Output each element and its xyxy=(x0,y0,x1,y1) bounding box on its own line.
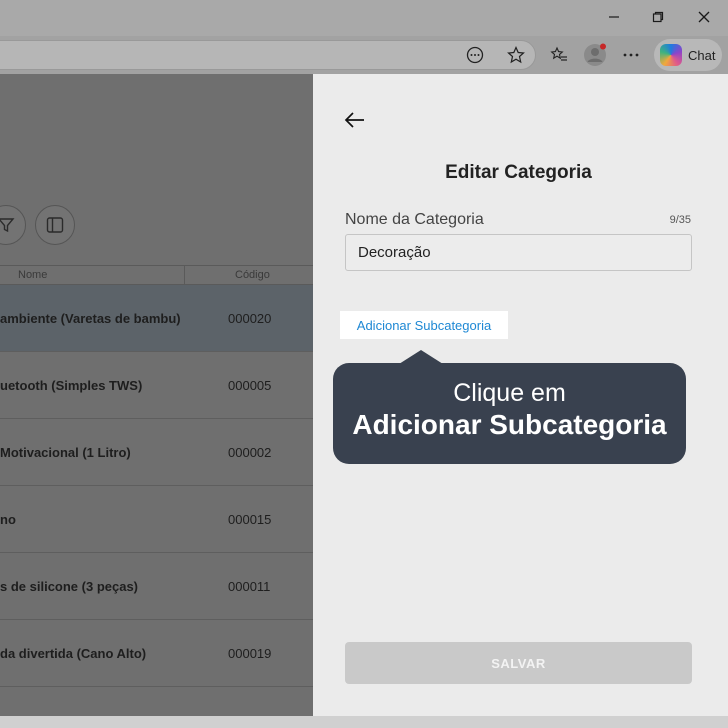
minimize-icon[interactable] xyxy=(598,6,630,28)
save-button[interactable]: SALVAR xyxy=(345,642,692,684)
row-code: 000011 xyxy=(228,579,271,594)
row-name: da divertida (Cano Alto) xyxy=(0,646,147,661)
character-counter: 9/35 xyxy=(669,214,691,226)
table-row[interactable]: Motivacional (1 Litro) 000002 xyxy=(0,419,313,486)
page-title: Editar Categoria xyxy=(445,162,592,183)
copilot-icon xyxy=(660,44,682,66)
favorite-star-icon[interactable] xyxy=(503,42,529,68)
sidebar-toggle-icon[interactable] xyxy=(35,205,75,245)
row-code: 000020 xyxy=(228,311,272,326)
more-options-icon[interactable] xyxy=(618,42,644,68)
category-name-input[interactable]: Decoração xyxy=(345,234,692,271)
column-code[interactable]: Código xyxy=(235,269,270,281)
row-name: uetooth (Simples TWS) xyxy=(0,378,143,393)
restore-icon[interactable] xyxy=(642,6,674,28)
row-code: 000015 xyxy=(228,512,272,527)
column-name[interactable]: Nome xyxy=(18,269,47,281)
dimmed-product-list: Nome Código ambiente (Varetas de bambu) … xyxy=(0,74,313,716)
tooltip-line-1: Clique em xyxy=(453,379,566,407)
address-bar[interactable] xyxy=(0,40,536,70)
window-titlebar xyxy=(0,0,728,36)
browser-toolbar: Chat xyxy=(0,36,728,74)
copilot-chat-button[interactable]: Chat xyxy=(654,39,722,71)
favorites-list-icon[interactable] xyxy=(546,42,572,68)
reader-mode-icon[interactable] xyxy=(462,42,488,68)
bottom-strip xyxy=(0,716,728,728)
row-name: no xyxy=(0,512,16,527)
table-header: Nome Código xyxy=(0,265,313,286)
row-name: ambiente (Varetas de bambu) xyxy=(0,311,181,326)
profile-avatar-icon[interactable] xyxy=(582,42,608,68)
row-name: Motivacional (1 Litro) xyxy=(0,445,131,460)
category-name-label: Nome da Categoria xyxy=(345,211,484,228)
table-row[interactable]: da divertida (Cano Alto) 000019 xyxy=(0,620,313,687)
guide-tooltip: Clique em Adicionar Subcategoria xyxy=(333,363,686,464)
tooltip-arrow xyxy=(399,350,443,364)
row-code: 000019 xyxy=(228,646,272,661)
row-code: 000005 xyxy=(228,378,272,393)
tooltip-line-2: Adicionar Subcategoria xyxy=(352,409,667,440)
chat-label: Chat xyxy=(688,47,716,63)
close-icon[interactable] xyxy=(688,6,720,28)
row-name: s de silicone (3 peças) xyxy=(0,579,139,594)
row-code: 000002 xyxy=(228,445,272,460)
column-divider xyxy=(184,266,185,286)
table-row[interactable]: uetooth (Simples TWS) 000005 xyxy=(0,352,313,419)
table-row[interactable]: s de silicone (3 peças) 000011 xyxy=(0,553,313,620)
back-arrow-icon[interactable] xyxy=(343,108,367,132)
table-row[interactable]: no 000015 xyxy=(0,486,313,553)
add-subcategory-link[interactable]: Adicionar Subcategoria xyxy=(340,311,508,339)
table-row[interactable]: ambiente (Varetas de bambu) 000020 xyxy=(0,285,313,352)
filter-icon[interactable] xyxy=(0,205,26,245)
